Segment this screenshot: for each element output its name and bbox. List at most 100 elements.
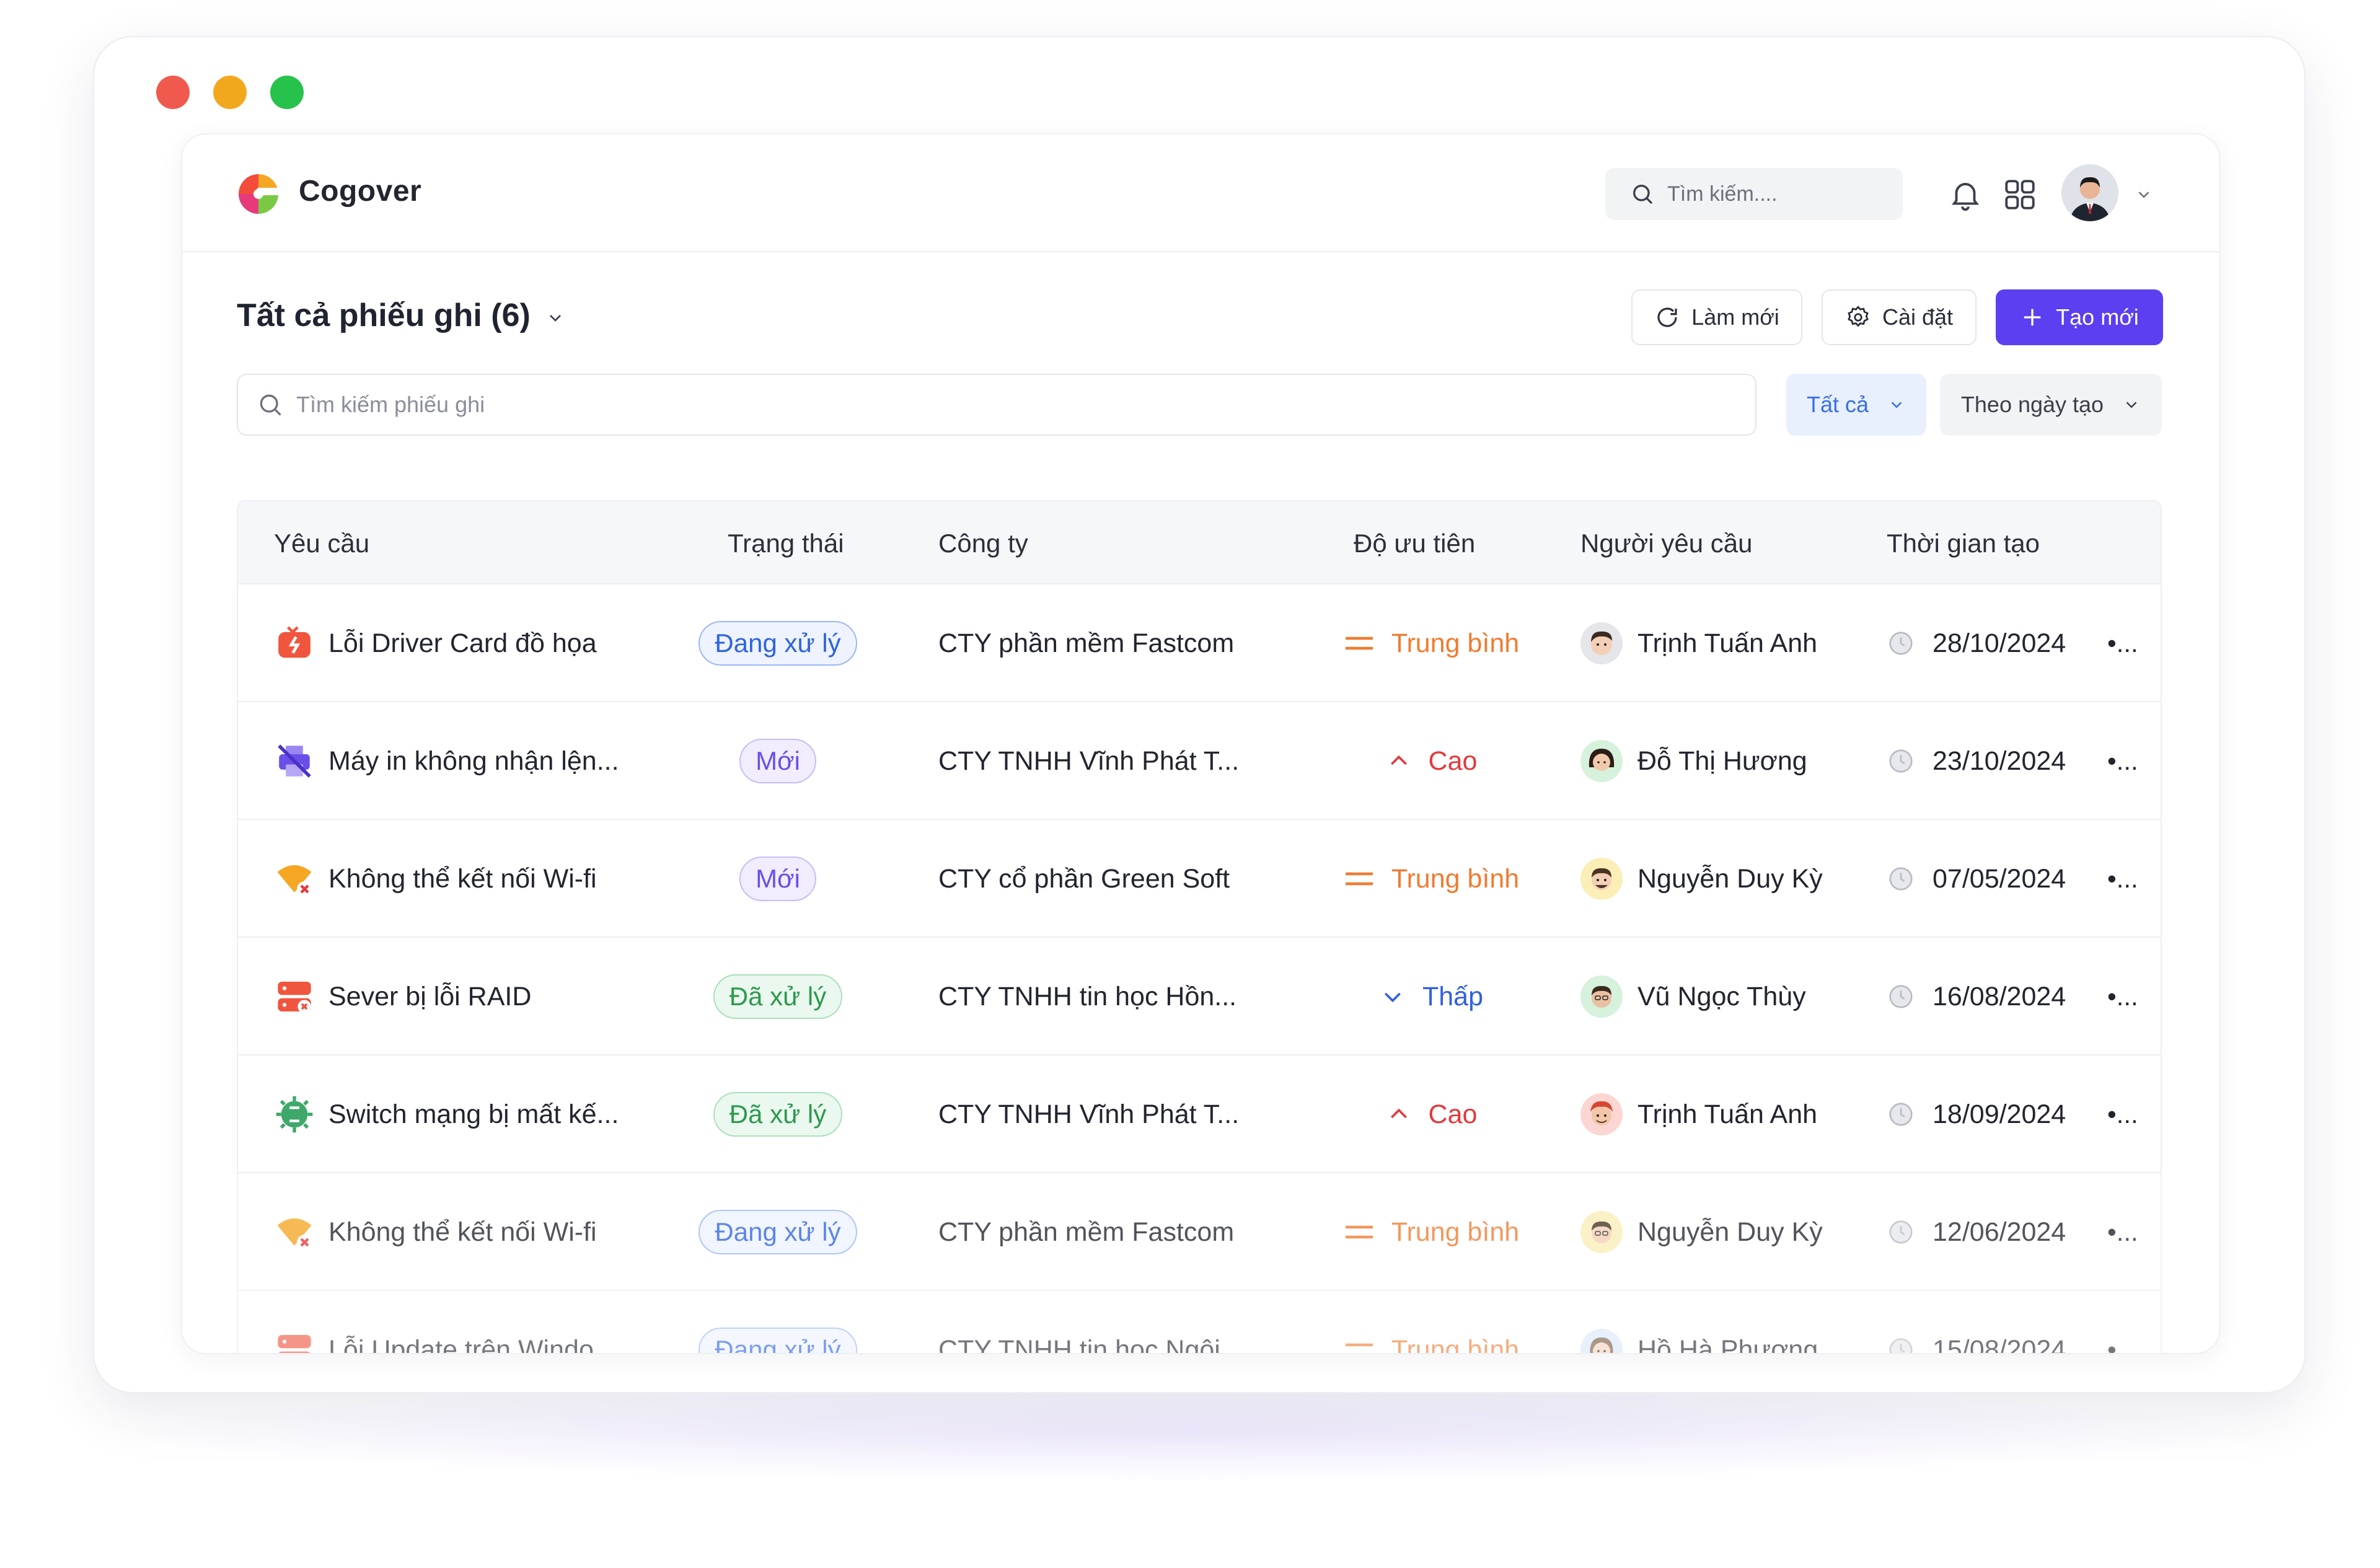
maximize-window-button[interactable] <box>270 76 304 109</box>
priority-cell: Trung bình <box>1332 1173 1530 1291</box>
window-controls <box>156 76 304 109</box>
app-container: Cogover Tất cả phiếu ghi (6) <box>181 133 2220 1354</box>
refresh-button[interactable]: Làm mới <box>1631 289 1802 345</box>
request-title[interactable]: Switch mạng bị mất kế... <box>328 1099 619 1130</box>
chevron-down-icon[interactable] <box>2135 185 2153 204</box>
status-filter-label: Tất cả <box>1806 392 1869 417</box>
apps-grid-icon[interactable] <box>2002 177 2038 213</box>
printer-off-icon <box>274 741 315 782</box>
more-text: •... <box>2107 746 2138 775</box>
table-row[interactable]: Không thể kết nối Wi-fi Đang xử lý CTY p… <box>237 1173 2162 1291</box>
status-badge: Đã xử lý <box>713 974 843 1019</box>
status-badge: Mới <box>739 739 816 783</box>
settings-label: Cài đặt <box>1882 304 1954 330</box>
refresh-icon <box>1657 307 1677 327</box>
window-shadow-glow <box>155 1382 2225 1481</box>
request-cell: Máy in không nhận lện... <box>274 702 619 820</box>
avatar <box>1580 1211 1623 1253</box>
settings-button[interactable]: Cài đặt <box>1822 289 1977 345</box>
server-error-icon <box>274 1329 315 1353</box>
header-requester[interactable]: Người yêu cầu <box>1580 501 1752 586</box>
company-name: CTY TNHH tin học Ngôi... <box>938 1334 1243 1354</box>
minimize-window-button[interactable] <box>213 76 247 109</box>
status-cell: Đang xử lý <box>688 1291 868 1353</box>
global-search[interactable] <box>1605 168 1903 220</box>
request-title[interactable]: Lỗi Driver Card đồ họa <box>328 628 597 659</box>
priority-cell: Cao <box>1332 702 1530 820</box>
network-switch-icon <box>274 1094 315 1135</box>
refresh-label: Làm mới <box>1691 304 1779 330</box>
created-time-cell: 18/09/2024 <box>1887 1055 2066 1173</box>
priority-label: Trung bình <box>1391 1334 1520 1354</box>
chevron-down-icon[interactable] <box>545 308 565 328</box>
status-badge: Đang xử lý <box>699 1328 857 1353</box>
bell-icon[interactable] <box>1947 177 1983 213</box>
company-name: CTY cổ phần Green Soft <box>938 863 1230 894</box>
avatar <box>1580 1093 1623 1135</box>
request-cell: Không thể kết nối Wi-fi <box>274 1173 597 1291</box>
avatar <box>1580 858 1623 900</box>
create-new-button[interactable]: Tạo mới <box>1996 289 2163 345</box>
request-title[interactable]: Sever bị lỗi RAID <box>328 982 531 1012</box>
created-time-cell: 07/05/2024 <box>1887 820 2066 938</box>
avatar <box>1580 976 1623 1018</box>
table-row[interactable]: Lỗi Update trên Windo... Đang xử lý CTY … <box>237 1291 2162 1354</box>
priority-label: Trung bình <box>1391 628 1520 658</box>
request-title[interactable]: Không thể kết nối Wi-fi <box>328 864 597 894</box>
chevron-down-icon <box>1385 992 1401 1003</box>
header-priority[interactable]: Độ ưu tiên <box>1354 501 1475 586</box>
created-date: 07/05/2024 <box>1933 863 2066 894</box>
table-row[interactable]: Sever bị lỗi RAID Đã xử lý CTY TNHH tin … <box>237 938 2162 1055</box>
close-window-button[interactable] <box>156 76 190 109</box>
header-request[interactable]: Yêu cầu <box>274 501 369 586</box>
priority-cell: Thấp <box>1332 938 1530 1055</box>
sort-filter-label: Theo ngày tạo <box>1960 392 2104 417</box>
requester-name: Trịnh Tuấn Anh <box>1637 628 1818 658</box>
request-cell: Không thể kết nối Wi-fi <box>274 820 597 938</box>
request-title[interactable]: Máy in không nhận lện... <box>328 746 619 777</box>
status-filter-dropdown[interactable]: Tất cả <box>1786 374 1926 436</box>
requester-cell: Trịnh Tuấn Anh <box>1580 1055 1817 1173</box>
created-time-cell: 23/10/2024 <box>1887 702 2066 820</box>
chevron-down-icon <box>1891 402 1902 408</box>
more-text: •... <box>2107 1335 2138 1354</box>
created-date: 15/08/2024 <box>1933 1334 2066 1354</box>
header-company[interactable]: Công ty <box>938 501 1028 586</box>
table-row[interactable]: Không thể kết nối Wi-fi Mới CTY cổ phần … <box>237 820 2162 938</box>
request-cell: Lỗi Update trên Windo... <box>274 1291 616 1354</box>
request-cell: Lỗi Driver Card đồ họa <box>274 584 597 702</box>
request-title[interactable]: Lỗi Update trên Windo... <box>328 1335 616 1354</box>
table-row[interactable]: Máy in không nhận lện... Mới CTY TNHH Vĩ… <box>237 702 2162 820</box>
status-cell: Đang xử lý <box>688 584 868 702</box>
wifi-off-icon <box>274 858 315 899</box>
clock-icon <box>1889 1103 1913 1126</box>
brand-name: Cogover <box>299 175 422 208</box>
requester-cell: Trịnh Tuấn Anh <box>1580 584 1817 702</box>
requester-name: Vũ Ngọc Thùy <box>1637 981 1806 1011</box>
cogover-logo-icon <box>239 174 278 214</box>
user-avatar[interactable] <box>2061 164 2118 221</box>
status-cell: Đang xử lý <box>688 1173 868 1291</box>
record-search[interactable] <box>237 374 1756 436</box>
requester-cell: Nguyễn Duy Kỳ <box>1580 820 1823 938</box>
avatar <box>1580 1329 1623 1353</box>
requester-name: Trịnh Tuấn Anh <box>1637 1099 1818 1129</box>
created-time-cell: 12/06/2024 <box>1887 1173 2066 1291</box>
global-search-input[interactable] <box>1667 182 1890 206</box>
plus-icon <box>2024 309 2041 326</box>
header-status[interactable]: Trạng thái <box>728 501 844 586</box>
record-search-input[interactable] <box>296 392 1722 418</box>
sort-filter-dropdown[interactable]: Theo ngày tạo <box>1940 374 2162 436</box>
priority-label: Cao <box>1428 746 1478 776</box>
created-time-cell: 15/08/2024 <box>1887 1291 2066 1354</box>
request-title[interactable]: Không thể kết nối Wi-fi <box>328 1217 597 1248</box>
priority-label: Cao <box>1428 1099 1478 1129</box>
table-header: Yêu cầu Trạng thái Công ty Độ ưu tiên Ng… <box>237 500 2162 584</box>
header-created-time[interactable]: Thời gian tạo <box>1887 501 2040 586</box>
table-row[interactable]: Lỗi Driver Card đồ họa Đang xử lý CTY ph… <box>237 584 2162 702</box>
company-name: CTY TNHH tin học Hồn... <box>938 981 1237 1011</box>
status-badge: Đang xử lý <box>699 1210 857 1254</box>
company-name: CTY TNHH Vĩnh Phát T... <box>938 1099 1240 1129</box>
table-row[interactable]: Switch mạng bị mất kế... Đã xử lý CTY TN… <box>237 1055 2162 1173</box>
created-time-cell: 28/10/2024 <box>1887 584 2066 702</box>
